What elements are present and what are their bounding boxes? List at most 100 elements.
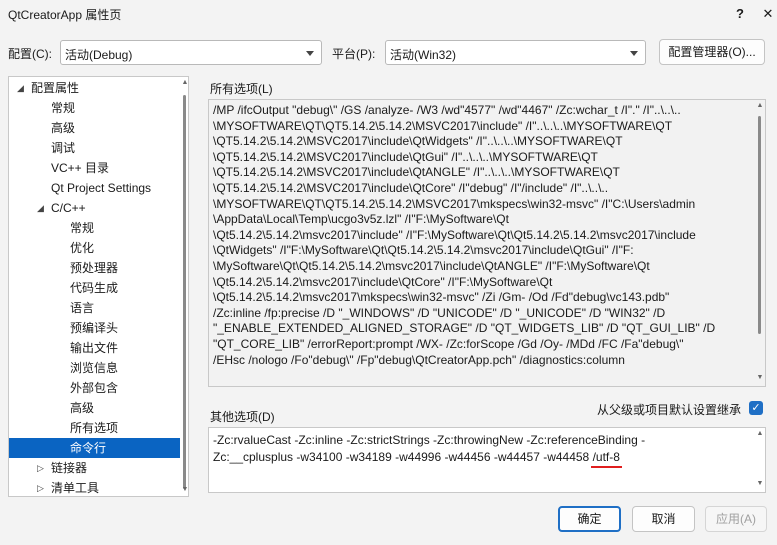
tree-item-label: 外部包含	[70, 381, 119, 395]
expand-icon[interactable]: ◢	[37, 198, 47, 218]
tree-scrollbar[interactable]: ▲ ▼	[181, 77, 188, 496]
tree-item[interactable]: 预编译头	[9, 318, 180, 338]
tree-item-label: 高级	[51, 121, 76, 135]
close-button[interactable]: ✕	[748, 2, 777, 26]
scroll-up-icon[interactable]: ▲	[755, 102, 765, 109]
tree-item[interactable]: 常规	[9, 218, 180, 238]
tree-item-label: 清单工具	[51, 481, 100, 495]
config-dropdown[interactable]: 活动(Debug)	[60, 40, 322, 65]
scroll-down-icon[interactable]: ▼	[181, 486, 188, 493]
chevron-down-icon	[630, 51, 638, 56]
expand-icon[interactable]: ◢	[17, 78, 27, 98]
tree-item[interactable]: 命令行	[9, 438, 180, 458]
tree-item[interactable]: VC++ 目录	[9, 158, 180, 178]
tree-item-label: 代码生成	[70, 281, 119, 295]
tree-item-label: 输出文件	[70, 341, 119, 355]
tree-item[interactable]: 优化	[9, 238, 180, 258]
property-tree[interactable]: ◢ 配置属性 常规 高级 调试 VC++ 目录 Qt Project Settings ◢ C/…	[8, 76, 189, 497]
command-line-text: \AppData\Local\Temp\ucgo3v5z.lzl" /I"F:\…	[213, 212, 509, 227]
all-options-text: /MP /ifcOutput "debug\" /GS /analyze- /W…	[213, 103, 749, 368]
tree-item[interactable]: 所有选项	[9, 418, 180, 438]
tree-item[interactable]: 输出文件	[9, 338, 180, 358]
tree-item[interactable]: 浏览信息	[9, 358, 180, 378]
command-line-text: \Qt5.14.2\5.14.2\msvc2017\include" /I"F:…	[213, 227, 696, 242]
scroll-down-icon[interactable]: ▼	[755, 374, 765, 381]
config-value: 活动(Debug)	[65, 48, 133, 62]
command-line-text: /EHsc /nologo /Fo"debug\" /Fp"debug\QtCr…	[213, 352, 625, 367]
command-line-text: \QT5.14.2\5.14.2\MSVC2017\include\QtANGL…	[213, 165, 620, 180]
tree-item-label: 浏览信息	[70, 361, 119, 375]
tree-item-label: 高级	[70, 401, 95, 415]
tree-item-label: 预处理器	[70, 261, 119, 275]
tree-item-label: Qt Project Settings	[51, 181, 152, 195]
title-bar: QtCreatorApp 属性页 ? ✕	[0, 0, 777, 32]
chevron-down-icon	[306, 51, 314, 56]
scroll-down-icon[interactable]: ▼	[755, 480, 765, 487]
tree-item-label: C/C++	[51, 201, 86, 215]
command-line-text: \QT5.14.2\5.14.2\MSVC2017\include\QtGui"…	[213, 149, 598, 164]
platform-value: 活动(Win32)	[390, 48, 457, 62]
command-line-text: /Zc:inline /fp:precise /D "_WINDOWS" /D …	[213, 305, 666, 320]
apply-button[interactable]: 应用(A)	[705, 506, 767, 532]
tree-item[interactable]: ◢ 配置属性	[9, 78, 180, 98]
tree-item[interactable]: 代码生成	[9, 278, 180, 298]
all-options-textbox[interactable]: /MP /ifcOutput "debug\" /GS /analyze- /W…	[208, 99, 766, 387]
command-line-text: "QT_CORE_LIB" /errorReport:prompt /WX- /…	[213, 336, 684, 351]
tree-item-label: 链接器	[51, 461, 88, 475]
window-title: QtCreatorApp 属性页	[8, 8, 122, 22]
command-line-text: "_ENABLE_EXTENDED_ALIGNED_STORAGE" /D "Q…	[213, 321, 716, 336]
config-label: 配置(C):	[8, 47, 52, 61]
command-line-text: \Qt5.14.2\5.14.2\msvc2017\mkspecs\win32-…	[213, 290, 670, 305]
tree-item[interactable]: 常规	[9, 98, 180, 118]
inherit-label: 从父级或项目默认设置继承	[597, 403, 742, 417]
tree-item-label: 所有选项	[70, 421, 119, 435]
tree-item[interactable]: ◢ C/C++	[9, 198, 180, 218]
tree-item[interactable]: ▷ 链接器	[9, 458, 180, 478]
tree-item-label: 预编译头	[70, 321, 119, 335]
command-line-text: /MP /ifcOutput "debug\" /GS /analyze- /W…	[213, 103, 681, 117]
tree-item[interactable]: Qt Project Settings	[9, 178, 180, 198]
platform-dropdown[interactable]: 活动(Win32)	[385, 40, 646, 65]
platform-label: 平台(P):	[332, 47, 376, 61]
tree-item-label: 优化	[70, 241, 95, 255]
command-line-text: \MYSOFTWARE\QT\QT5.14.2\5.14.2\MSVC2017\…	[213, 118, 673, 133]
tree-item-label: 语言	[70, 301, 95, 315]
check-icon: ✓	[751, 402, 761, 414]
scroll-up-icon[interactable]: ▲	[181, 79, 188, 86]
tree-item[interactable]: 高级	[9, 398, 180, 418]
tree-item[interactable]: 高级	[9, 118, 180, 138]
all-options-label: 所有选项(L)	[210, 82, 273, 96]
command-line-text: \MySoftware\Qt\Qt5.14.2\5.14.2\msvc2017\…	[213, 258, 650, 273]
other-options-line: -Zc:rvalueCast -Zc:inline -Zc:strictStri…	[213, 433, 646, 447]
tree-item-label: 常规	[70, 221, 95, 235]
tree-item[interactable]: 语言	[9, 298, 180, 318]
utf8-option-highlight: /utf-8	[592, 450, 620, 464]
other-options-textbox[interactable]: -Zc:rvalueCast -Zc:inline -Zc:strictStri…	[208, 427, 766, 493]
other-options-line: Zc:__cplusplus -w34100 -w34189 -w44996 -…	[213, 450, 593, 464]
tree-item-label: 调试	[51, 141, 76, 155]
ok-button[interactable]: 确定	[558, 506, 621, 532]
command-line-text: \MYSOFTWARE\QT\QT5.14.2\5.14.2\MSVC2017\…	[213, 196, 696, 211]
command-line-text: \QT5.14.2\5.14.2\MSVC2017\include\QtCore…	[213, 180, 609, 195]
cancel-button[interactable]: 取消	[632, 506, 695, 532]
command-line-text: \Qt5.14.2\5.14.2\msvc2017\include\QtCore…	[213, 274, 553, 289]
command-line-text: \QtWidgets" /I"F:\MySoftware\Qt\Qt5.14.2…	[213, 243, 634, 258]
all-options-scrollbar[interactable]: ▲ ▼	[755, 100, 765, 386]
other-options-label: 其他选项(D)	[210, 410, 275, 424]
scroll-thumb[interactable]	[183, 95, 186, 489]
scroll-up-icon[interactable]: ▲	[755, 430, 765, 437]
config-manager-button[interactable]: 配置管理器(O)...	[659, 39, 765, 65]
tree-item[interactable]: ▷ 清单工具	[9, 478, 180, 496]
other-options-scrollbar[interactable]: ▲ ▼	[755, 428, 765, 492]
collapse-icon[interactable]: ▷	[37, 478, 47, 496]
tree-item-label: 配置属性	[31, 81, 80, 95]
scroll-thumb[interactable]	[758, 116, 761, 334]
collapse-icon[interactable]: ▷	[37, 458, 47, 478]
tree-item[interactable]: 预处理器	[9, 258, 180, 278]
command-line-text: \QT5.14.2\5.14.2\MSVC2017\include\QtWidg…	[213, 134, 623, 149]
tree-item-label: 常规	[51, 101, 76, 115]
tree-item-label: VC++ 目录	[51, 161, 110, 175]
tree-item[interactable]: 外部包含	[9, 378, 180, 398]
tree-item[interactable]: 调试	[9, 138, 180, 158]
inherit-checkbox[interactable]: ✓	[749, 401, 763, 415]
